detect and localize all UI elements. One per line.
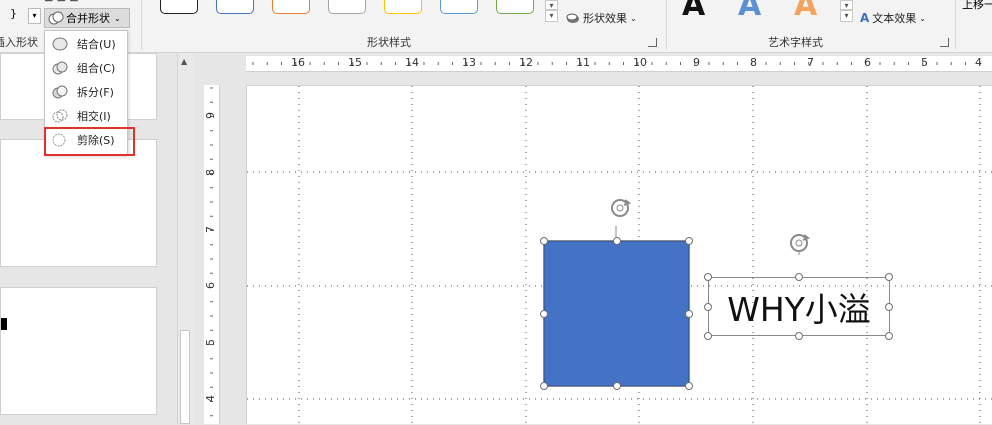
menu-item-label: 拆分(F) xyxy=(77,86,114,99)
ruler-tick-label: 7 xyxy=(204,226,217,233)
menu-item-fragment[interactable]: 拆分(F) xyxy=(45,81,127,103)
shape-style-swatch-gray[interactable] xyxy=(328,0,366,14)
resize-handle[interactable] xyxy=(795,332,803,340)
text-box[interactable]: WHY小溢 xyxy=(708,277,890,336)
resize-handle[interactable] xyxy=(540,237,548,245)
shape-effect-button[interactable]: 形状效果 ⌄ xyxy=(566,10,637,26)
ruler-tick-label: 4 xyxy=(204,395,217,402)
text-effect-button[interactable]: A 文本效果 ⌄ xyxy=(860,10,926,26)
ruler-tick-label: 13 xyxy=(462,56,476,69)
ruler-tick-label: 11 xyxy=(576,56,590,69)
chevron-down-icon: ⌄ xyxy=(114,13,121,23)
slide-thumbnail[interactable] xyxy=(0,287,157,415)
brace-icon[interactable]: } xyxy=(10,7,17,20)
resize-handle[interactable] xyxy=(795,273,803,281)
resize-handle[interactable] xyxy=(540,382,548,390)
merge-shapes-icon xyxy=(48,11,64,25)
menu-item-combine[interactable]: 组合(C) xyxy=(45,57,127,79)
wordart-style-black-icon[interactable]: A xyxy=(682,0,705,23)
resize-handle[interactable] xyxy=(885,273,893,281)
shape-style-swatch-green[interactable] xyxy=(496,0,534,14)
ruler-tick-label: 9 xyxy=(693,56,700,69)
shape-style-swatch-lightblue[interactable] xyxy=(440,0,478,14)
move-up-button[interactable]: 上移一 xyxy=(962,0,992,12)
align-icon[interactable]: ▬ ▬ ▬ xyxy=(44,0,104,5)
ruler-tick-label: 15 xyxy=(348,56,362,69)
ruler-tick-label: 8 xyxy=(750,56,757,69)
shape-styles-group-label: 形状样式 xyxy=(367,36,411,49)
resize-handle[interactable] xyxy=(704,332,712,340)
menu-item-label: 结合(U) xyxy=(77,38,116,51)
menu-item-union[interactable]: 结合(U) xyxy=(45,33,127,55)
shape-style-swatch-black[interactable] xyxy=(160,0,198,14)
ruler-tick-label: 7 xyxy=(807,56,814,69)
ruler-ticks xyxy=(210,87,213,417)
ruler-tick-label: 8 xyxy=(204,169,217,176)
chevron-down-icon: ⌄ xyxy=(919,13,926,23)
style-gallery-down-icon[interactable]: ▾ xyxy=(545,0,558,10)
resize-handle[interactable] xyxy=(685,237,693,245)
ruler-tick-label: 16 xyxy=(291,56,305,69)
rotate-handle-icon[interactable] xyxy=(787,231,811,255)
shape-effect-icon xyxy=(566,13,579,23)
menu-item-label: 相交(I) xyxy=(77,110,111,123)
selection-outline xyxy=(543,226,690,387)
ruler-tick-label: 5 xyxy=(921,56,928,69)
resize-handle[interactable] xyxy=(685,310,693,318)
shape-style-swatch-gold[interactable] xyxy=(384,0,422,14)
wordart-style-blue-icon[interactable]: A xyxy=(738,0,761,23)
wordart-styles-group-label: 艺术字样式 xyxy=(768,36,823,49)
ruler-tick-label: 9 xyxy=(204,112,217,119)
menu-item-intersect[interactable]: 相交(I) xyxy=(45,105,127,127)
ruler-tick-label: 4 xyxy=(975,56,982,69)
scroll-up-icon[interactable]: ▲ xyxy=(181,57,187,66)
ruler-tick-label: 6 xyxy=(864,56,871,69)
gallery-more-icon[interactable]: ▾ xyxy=(28,8,41,24)
resize-handle[interactable] xyxy=(885,303,893,311)
combine-icon xyxy=(52,61,68,75)
insert-shapes-group-label: 插入形状 xyxy=(0,36,38,49)
slide-thumbnail[interactable] xyxy=(0,139,157,267)
ruler-tick-label: 12 xyxy=(519,56,533,69)
resize-handle[interactable] xyxy=(540,310,548,318)
shape-effect-label: 形状效果 xyxy=(583,12,627,25)
ribbon: } ▾ ▬ ▬ ▬ 插入形状 合并形状 ⌄ ▾ ▾ 形状效果 ⌄ 形状样式 A … xyxy=(0,0,992,53)
wordart-style-orange-icon[interactable]: A xyxy=(794,0,817,23)
wordart-gallery-more-icon[interactable]: ▾ xyxy=(840,10,853,22)
shape-style-swatch-orange[interactable] xyxy=(272,0,310,14)
resize-handle[interactable] xyxy=(613,382,621,390)
menu-item-label: 组合(C) xyxy=(77,62,116,75)
thumbnail-shape xyxy=(1,318,7,330)
scrollbar-thumb[interactable] xyxy=(180,330,190,424)
resize-handle[interactable] xyxy=(704,273,712,281)
slide-canvas[interactable]: WHY小溢 xyxy=(246,85,992,425)
ruler-tick-label: 6 xyxy=(204,282,217,289)
rotate-handle-icon[interactable] xyxy=(608,196,632,220)
fragment-icon xyxy=(52,85,68,99)
ruler-tick-label: 10 xyxy=(633,56,647,69)
horizontal-ruler: 16 15 14 13 12 11 10 9 8 7 6 5 4 xyxy=(246,56,992,72)
intersect-icon xyxy=(52,109,68,123)
resize-handle[interactable] xyxy=(885,332,893,340)
highlight-box xyxy=(44,127,135,156)
merge-shapes-button[interactable]: 合并形状 ⌄ xyxy=(44,8,130,28)
merge-shapes-label: 合并形状 xyxy=(66,12,110,25)
text-box-content[interactable]: WHY小溢 xyxy=(727,283,871,331)
text-effect-icon: A xyxy=(860,11,870,25)
resize-handle[interactable] xyxy=(613,237,621,245)
vertical-ruler: 9 8 7 6 5 4 xyxy=(204,85,220,424)
style-gallery-more-icon[interactable]: ▾ xyxy=(545,10,558,22)
shape-style-swatch-blue[interactable] xyxy=(216,0,254,14)
ruler-tick-label: 14 xyxy=(405,56,419,69)
union-icon xyxy=(52,37,68,51)
text-effect-label: 文本效果 xyxy=(872,12,917,25)
chevron-down-icon: ⌄ xyxy=(630,13,637,23)
resize-handle[interactable] xyxy=(704,303,712,311)
wordart-styles-launcher-icon[interactable] xyxy=(940,38,949,47)
wordart-gallery-down-icon[interactable]: ▾ xyxy=(840,0,853,10)
resize-handle[interactable] xyxy=(685,382,693,390)
shape-styles-launcher-icon[interactable] xyxy=(648,38,657,47)
ruler-tick-label: 5 xyxy=(204,339,217,346)
